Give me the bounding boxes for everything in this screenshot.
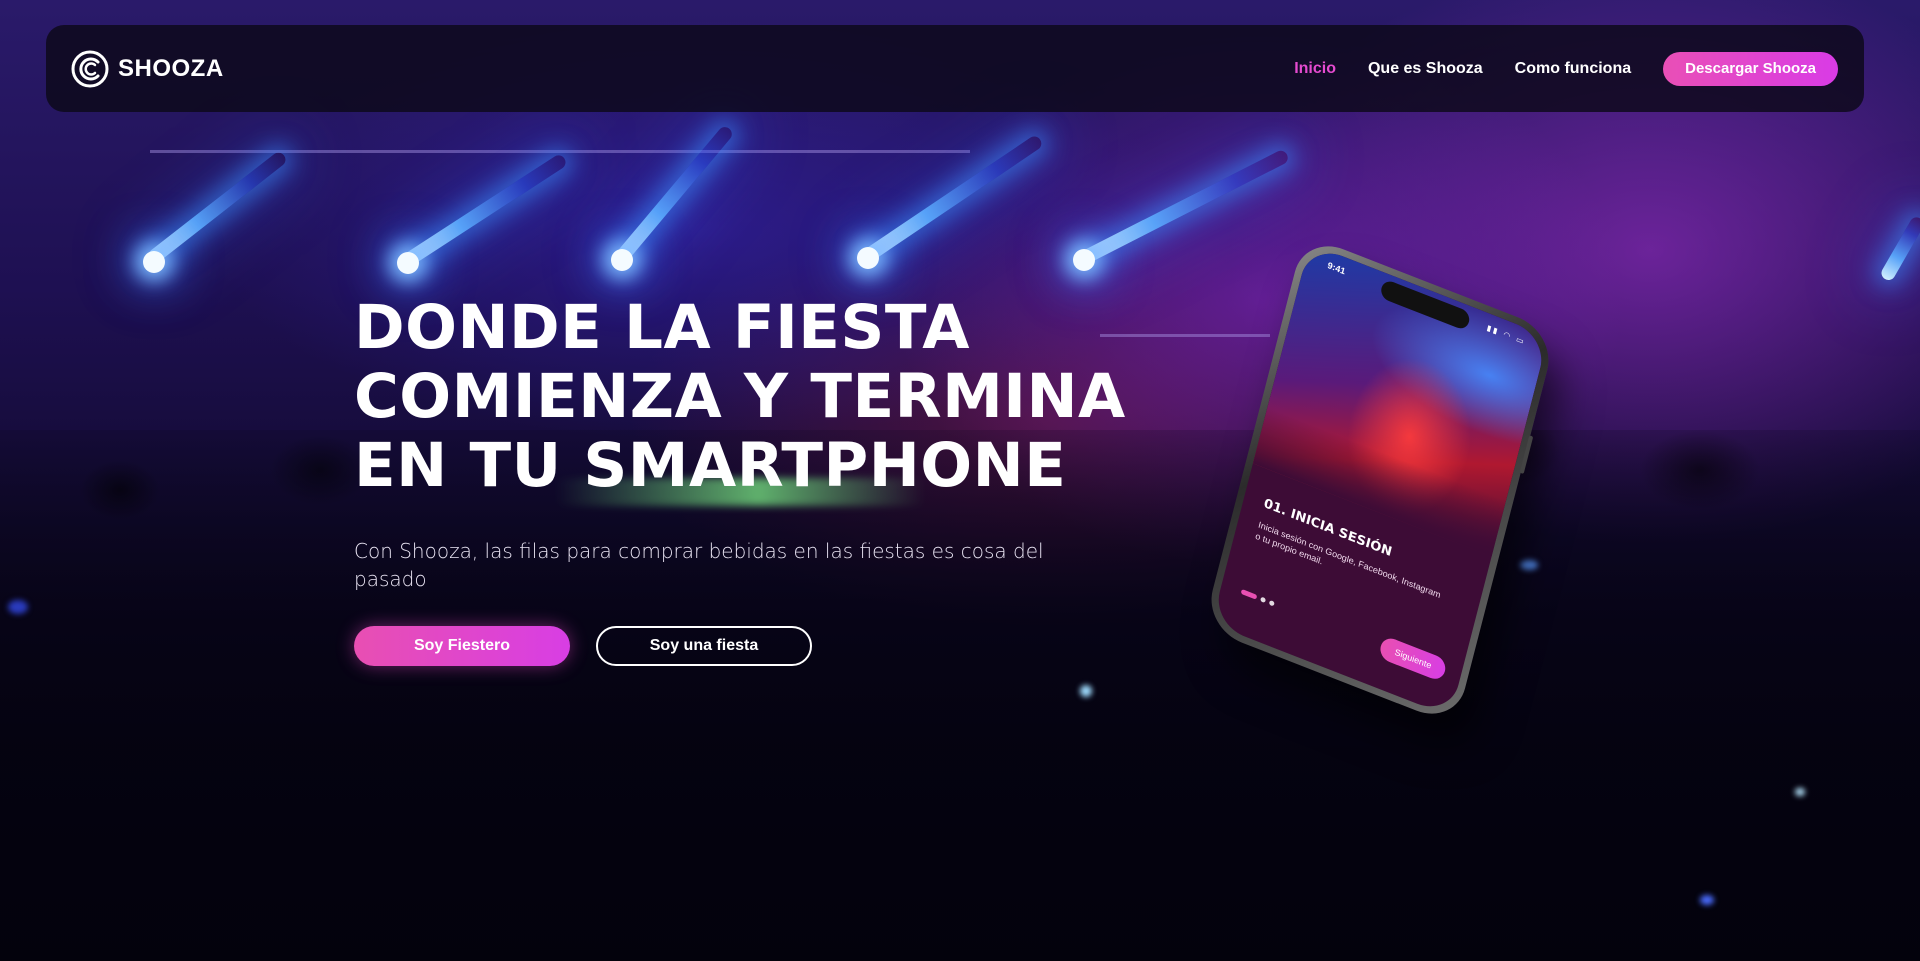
page-dot (1268, 599, 1275, 607)
stage-light-beam (1078, 148, 1291, 266)
download-button[interactable]: Descargar Shooza (1663, 51, 1838, 86)
next-button[interactable]: Siguiente (1378, 635, 1448, 683)
bokeh-light (8, 600, 28, 614)
stage-truss (1100, 334, 1270, 337)
stage-light (857, 247, 879, 269)
hero-title-word: EN TU (354, 430, 562, 501)
bokeh-light (1700, 895, 1714, 905)
pagination-dots (1240, 588, 1275, 607)
hero-title-line: DONDE LA FIESTA (354, 292, 970, 363)
stage-light (143, 251, 165, 273)
bokeh-light (1080, 685, 1092, 697)
stage-truss (150, 150, 970, 153)
crowd-silhouette (0, 430, 1920, 961)
stage-light-beam (145, 149, 289, 266)
nav-link-que-es-shooza[interactable]: Que es Shooza (1368, 60, 1483, 78)
shooza-logo-icon (71, 50, 109, 87)
stage-light-beam (401, 152, 569, 268)
top-navbar: SHOOZA Inicio Que es Shooza Como funcion… (46, 25, 1864, 112)
hero-subtitle: Con Shooza, las filas para comprar bebid… (354, 539, 1044, 591)
stage-light (1073, 249, 1095, 271)
bokeh-light (1795, 788, 1805, 796)
stage-light-beam (862, 133, 1045, 263)
hero-title-highlight-word: SMARTPHONE (583, 430, 1067, 501)
stage-light (611, 249, 633, 271)
brand-name: SHOOZA (118, 54, 224, 82)
brand[interactable]: SHOOZA (70, 49, 224, 89)
hero-title-line: COMIENZA Y TERMINA (354, 361, 1126, 432)
soy-una-fiesta-button[interactable]: Soy una fiesta (596, 626, 812, 666)
stage-light (397, 252, 419, 274)
nav-links: Inicio Que es Shooza Como funciona Desca… (1262, 51, 1838, 86)
page-dot-active (1240, 588, 1258, 600)
stage-light-beam (1878, 214, 1920, 283)
nav-link-inicio[interactable]: Inicio (1294, 60, 1336, 78)
nav-link-como-funciona[interactable]: Como funciona (1515, 60, 1631, 78)
page-dot (1260, 596, 1267, 604)
hero-title: DONDE LA FIESTA COMIENZA Y TERMINA EN TU… (354, 292, 1126, 500)
stage-light-beam (614, 124, 735, 264)
soy-fiestero-button[interactable]: Soy Fiestero (354, 626, 570, 666)
hero-title-line: EN TU SMARTPHONE (354, 431, 1074, 500)
bokeh-light (1520, 560, 1538, 570)
